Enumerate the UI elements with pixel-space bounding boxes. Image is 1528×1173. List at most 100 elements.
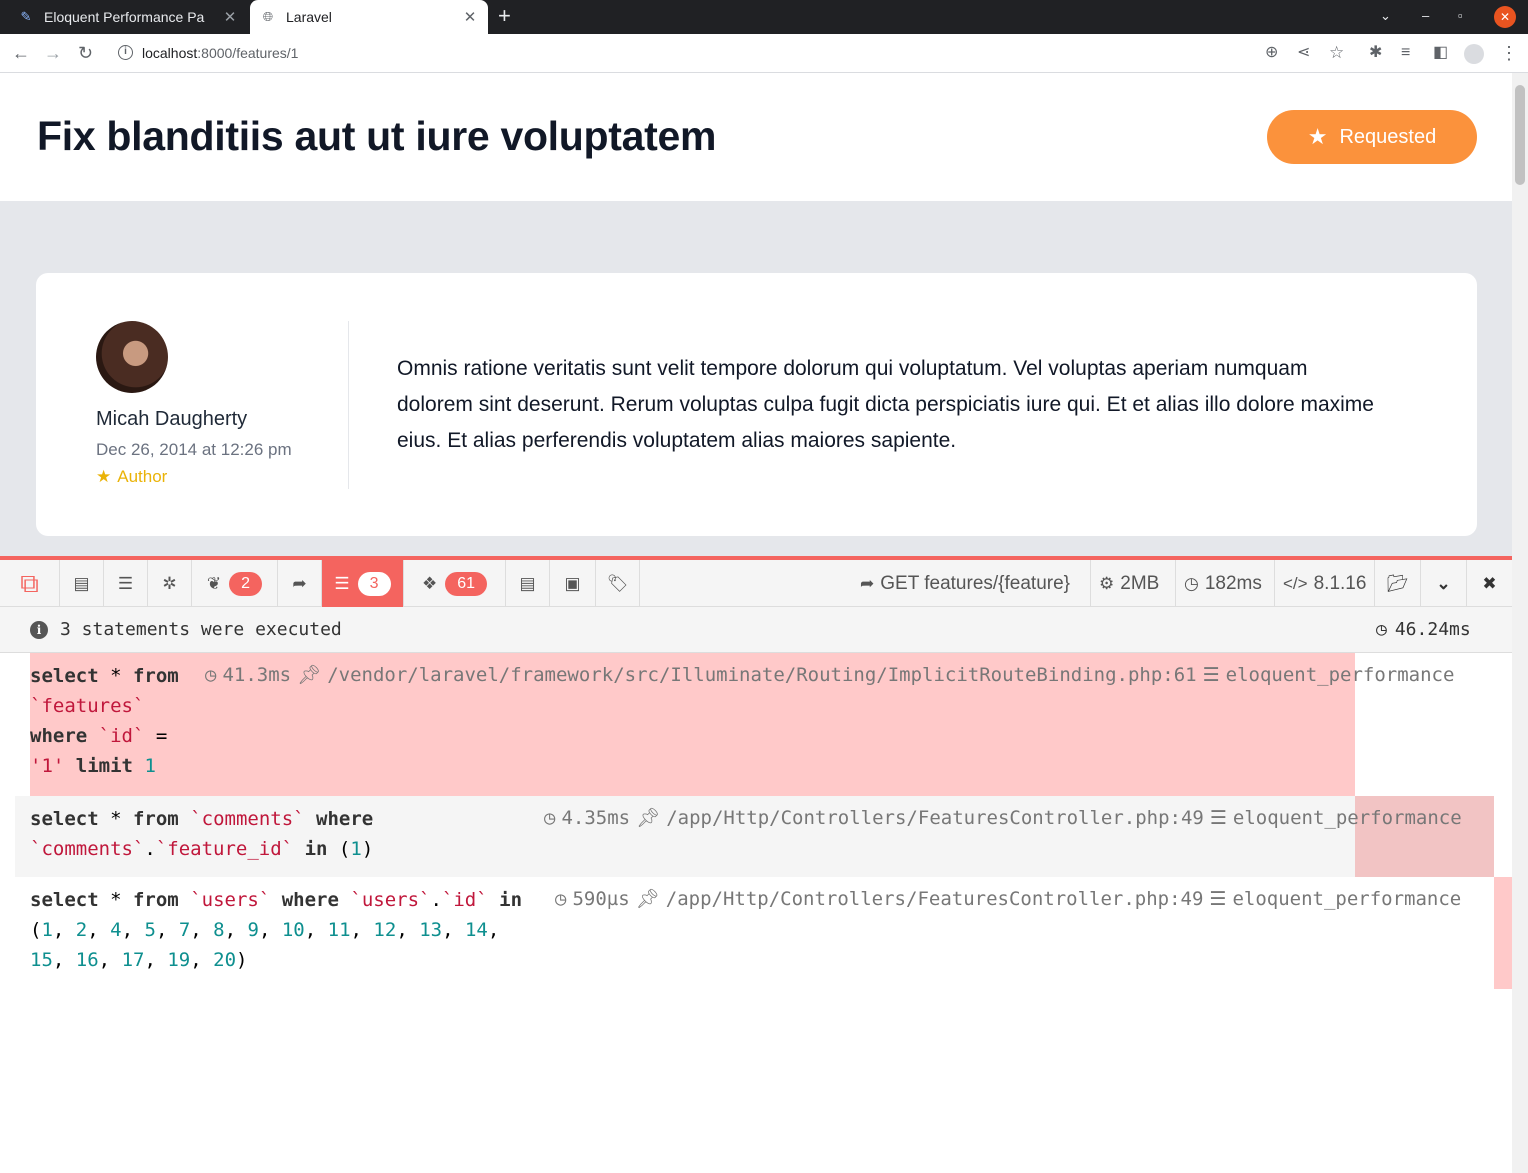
clock-icon: ◷ (205, 663, 217, 686)
folder-open-icon: 📂︎ (1386, 573, 1409, 593)
scrollbar-thumb[interactable] (1515, 85, 1525, 185)
queries-status: i 3 statements were executed ◷ 46.24ms (0, 607, 1512, 653)
time-label: 182ms (1204, 572, 1262, 594)
list-alt-icon: ▤ (519, 573, 536, 593)
views-count-badge: 2 (229, 571, 263, 596)
new-tab-plus-icon[interactable]: + (498, 5, 511, 27)
close-debugbar-button[interactable]: ✖ (1466, 560, 1512, 607)
profile-avatar-icon[interactable] (1464, 44, 1484, 64)
author-badge-label: Author (117, 467, 168, 486)
pen-favicon-icon: ✎ (20, 9, 32, 24)
bug-icon: ✲ (162, 573, 177, 593)
query-connection: eloquent_performance (1232, 806, 1462, 829)
list-icon: ▤ (73, 573, 90, 593)
query-params: ◷ 590µs 📌︎ /app/Http/Controllers/Feature… (555, 887, 1461, 911)
site-info-icon[interactable]: i (118, 45, 133, 60)
chevron-down-icon: ⌄ (1436, 573, 1451, 593)
database-icon: ☰ (1209, 887, 1227, 910)
share-arrow-icon: ➦ (292, 573, 307, 593)
thumbtack-icon: 📌︎ (636, 807, 661, 829)
reload-icon[interactable]: ↻ (78, 42, 93, 64)
share-icon[interactable]: ⋖ (1297, 42, 1310, 64)
memory-label: 2MB (1120, 572, 1160, 594)
requested-label: Requested (1339, 125, 1437, 148)
php-version-indicator[interactable]: </> 8.1.16 (1274, 560, 1374, 607)
memory-indicator[interactable]: ⚙ 2MB (1090, 560, 1167, 607)
tab-models[interactable]: ❖ 61 (404, 560, 506, 607)
query-source: /app/Http/Controllers/FeaturesController… (665, 887, 1204, 910)
requested-button[interactable]: ★ Requested (1267, 110, 1477, 164)
queries-count-badge: 3 (357, 571, 391, 596)
browser-toolbar: ← → ↻ i localhost:8000/features/1 ⊕ ⋖ ☆ … (0, 34, 1528, 73)
tab-request[interactable]: 🏷︎ (596, 560, 640, 607)
sql-statement: select * from `comments` where `comments… (30, 808, 374, 860)
minimize-debugbar-button[interactable]: ⌄ (1420, 560, 1466, 607)
back-arrow-icon[interactable]: ← (12, 42, 30, 64)
tab-queries[interactable]: ☰ 3 (322, 560, 404, 607)
tab-exceptions[interactable]: ✲ (148, 560, 192, 607)
tab-mails[interactable]: ▤ (506, 560, 550, 607)
tab-eloquent-performance[interactable]: ✎ Eloquent Performance Pa ✕ (8, 0, 248, 34)
query-source: /vendor/laravel/framework/src/Illuminate… (327, 663, 1197, 686)
cubes-icon: ❖ (421, 573, 438, 593)
browser-tab-strip: ✎ Eloquent Performance Pa ✕ 🌐︎ Laravel ✕… (0, 0, 1528, 34)
tab-close-icon[interactable]: ✕ (222, 8, 238, 26)
side-panel-icon[interactable]: ◧ (1433, 42, 1448, 64)
window-close-icon[interactable]: ✕ (1494, 6, 1516, 28)
thumbtack-icon: 📌︎ (635, 888, 660, 910)
clock-icon: ◷ (555, 887, 567, 910)
query-connection: eloquent_performance (1225, 663, 1455, 686)
query-params: ◷ 4.35ms 📌︎ /app/Http/Controllers/Featur… (544, 806, 1462, 830)
query-duration: 590µs (572, 887, 630, 910)
tab-laravel[interactable]: 🌐︎ Laravel ✕ (250, 0, 488, 34)
minimize-icon[interactable]: – (1422, 8, 1429, 23)
query-row[interactable]: select * from `users` where `users`.`id`… (15, 877, 1512, 989)
card-divider (348, 321, 349, 489)
globe-favicon-icon: 🌐︎ (262, 9, 274, 24)
time-indicator[interactable]: ◷ 182ms (1175, 560, 1270, 607)
url-text[interactable]: localhost:8000/features/1 (142, 45, 298, 61)
star-icon: ★ (96, 467, 112, 486)
page-scrollbar[interactable] (1512, 73, 1528, 1173)
debugbar: ⧉ ▤ ☰ ✲ ❦ 2 ➦ ☰ 3 ❖ 61 ▤ ▣ 🏷︎ ➦ GET feat… (0, 556, 1512, 1173)
address-bar[interactable]: i localhost:8000/features/1 (110, 38, 1358, 68)
feature-header: Fix blanditiis aut ut iure voluptatem ★ … (0, 73, 1512, 201)
tab-title: Eloquent Performance Pa (44, 9, 205, 25)
forward-arrow-icon[interactable]: → (44, 42, 62, 64)
tab-title: Laravel (286, 9, 332, 25)
thumbtack-icon: 📌︎ (297, 664, 322, 686)
tab-timeline[interactable]: ☰ (104, 560, 148, 607)
zoom-icon[interactable]: ⊕ (1265, 42, 1278, 64)
tags-icon: 🏷︎ (606, 573, 629, 593)
clock-icon: ◷ (1184, 573, 1199, 593)
tab-close-icon[interactable]: ✕ (462, 8, 478, 26)
extensions-icon[interactable]: ✱ (1369, 42, 1382, 64)
media-controls-icon[interactable]: ≡ (1401, 42, 1410, 64)
chrome-menu-icon[interactable]: ⋮ (1500, 42, 1518, 64)
open-handler-button[interactable]: 📂︎ (1374, 560, 1420, 607)
tab-search-chevron-icon[interactable]: ⌄ (1380, 8, 1391, 24)
comment-date: Dec 26, 2014 at 12:26 pm (96, 440, 292, 459)
duration-bar (1494, 877, 1512, 989)
archive-icon: ▣ (564, 573, 581, 593)
tab-views[interactable]: ❦ 2 (192, 560, 278, 607)
query-row[interactable]: select * from `comments` where `comments… (15, 796, 1494, 877)
comment-card: Micah Daugherty Dec 26, 2014 at 12:26 pm… (36, 273, 1477, 536)
bookmark-star-icon[interactable]: ☆ (1329, 42, 1344, 64)
query-row[interactable]: select * from `features` where `id` = '1… (15, 653, 1512, 796)
route-indicator[interactable]: ➦ GET features/{feature} (852, 560, 1078, 607)
cogs-icon: ⚙ (1099, 573, 1115, 593)
tab-session[interactable]: ▣ (550, 560, 596, 607)
restore-icon[interactable]: ▫ (1458, 8, 1463, 23)
share-arrow-icon: ➦ (860, 573, 875, 593)
database-icon: ☰ (1209, 806, 1227, 829)
tasks-icon: ☰ (117, 573, 134, 593)
star-icon: ★ (1307, 124, 1328, 149)
total-duration: 46.24ms (1394, 619, 1471, 640)
author-badge: ★ Author (96, 467, 167, 487)
php-version-label: 8.1.16 (1313, 572, 1367, 594)
tab-messages[interactable]: ▤ (60, 560, 104, 607)
tab-route[interactable]: ➦ (278, 560, 322, 607)
laravel-logo-icon[interactable]: ⧉ (0, 560, 60, 607)
clock-icon: ◷ (544, 806, 556, 829)
